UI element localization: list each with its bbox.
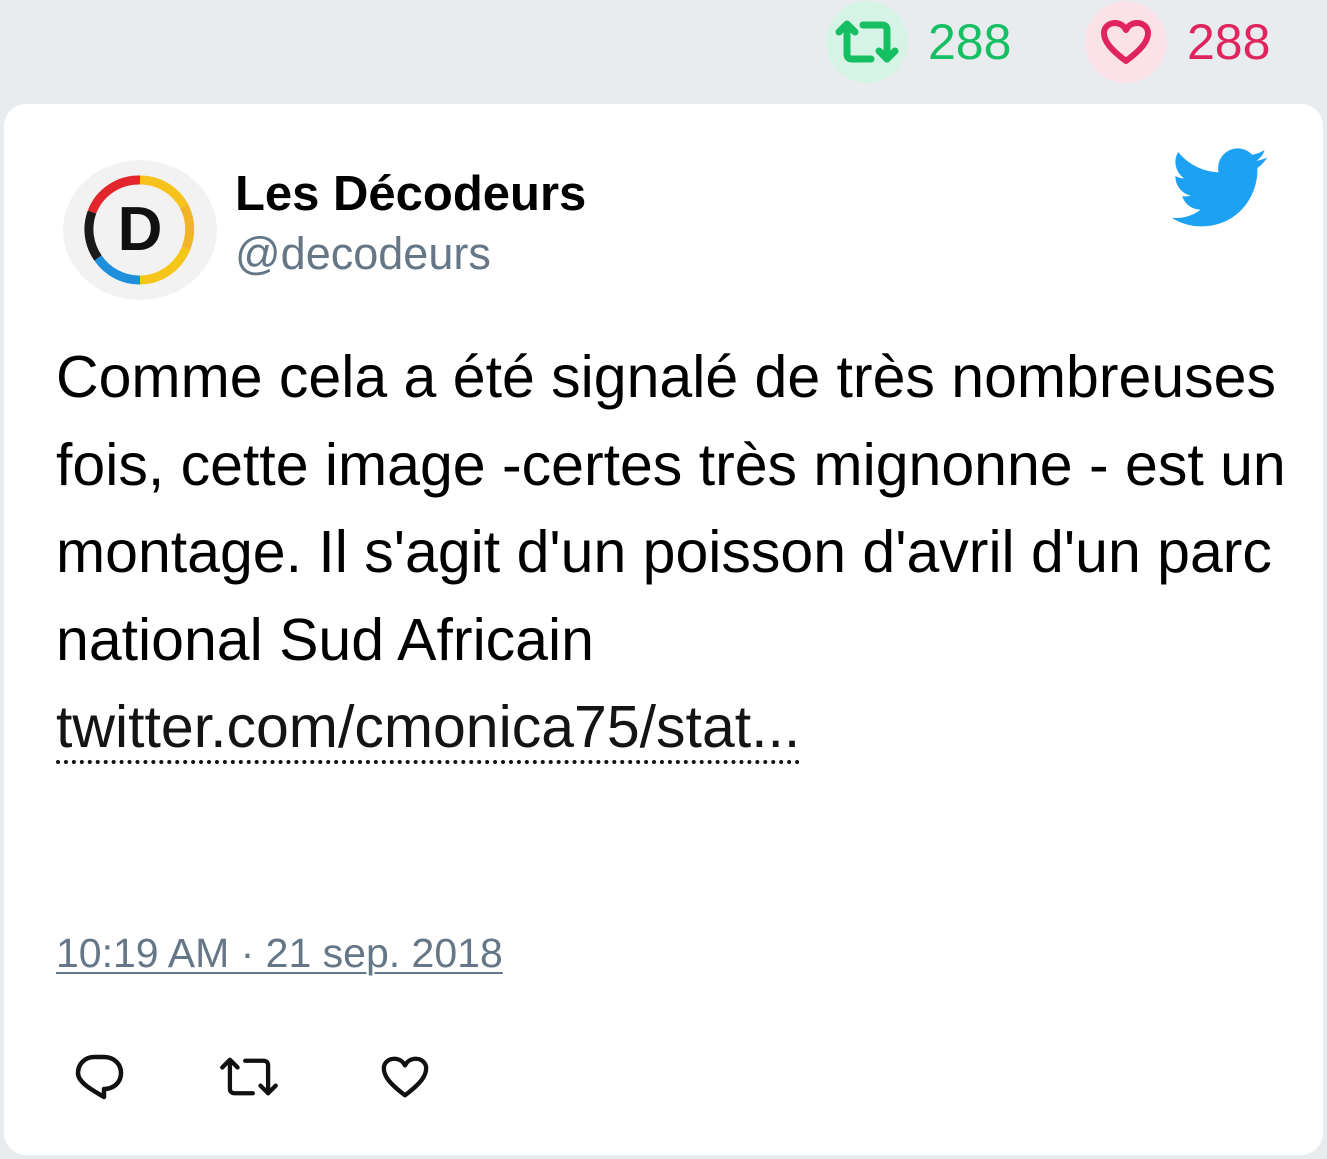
retweet-count: 288 [928,14,1012,70]
tweet-text: Comme cela a été signalé de très nombreu… [56,334,1286,772]
retweet-icon [220,1057,278,1096]
avatar-letter: D [118,195,163,264]
heart-icon[interactable] [1085,1,1167,83]
avatar[interactable]: D [63,160,217,300]
like-count: 288 [1187,14,1271,70]
twitter-bird-icon[interactable] [1172,148,1270,228]
like-stat[interactable]: 288 [1085,0,1270,84]
tweet-link[interactable]: twitter.com/cmonica75/stat... [56,694,801,764]
retweet-icon[interactable] [826,1,908,83]
handle[interactable]: @decodeurs [235,228,491,280]
tweet-card: D Les Décodeurs @decodeurs Comme cela a … [4,104,1323,1155]
reply-icon [75,1054,124,1100]
tweet-body: Comme cela a été signalé de très nombreu… [56,344,1286,673]
retweet-stat[interactable]: 288 [826,0,1011,84]
decodeurs-logo: D [84,175,195,285]
display-name[interactable]: Les Décodeurs [235,166,586,222]
tweet-stats-bar: 288 288 [0,0,1327,100]
like-button[interactable] [374,1048,436,1106]
tweet-timestamp[interactable]: 10:19 AM · 21 sep. 2018 [56,930,503,977]
retweet-button[interactable] [218,1048,280,1106]
heart-icon [381,1056,429,1098]
reply-button[interactable] [68,1048,130,1106]
